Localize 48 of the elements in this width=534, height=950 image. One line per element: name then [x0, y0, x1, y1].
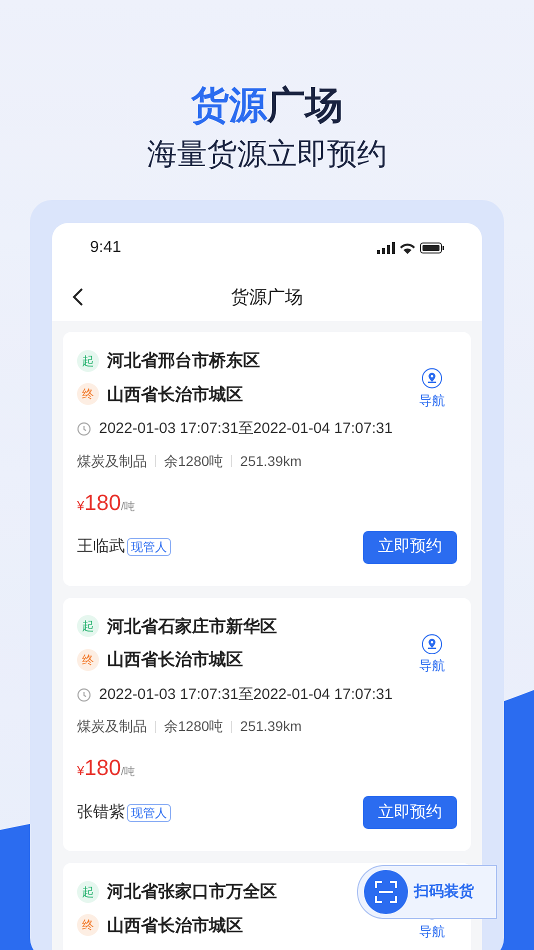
- remaining-weight: 余1280吨: [164, 452, 224, 470]
- end-tag: 终: [77, 383, 99, 406]
- start-address: 河北省邢台市桥东区: [107, 350, 260, 372]
- clock-icon: [77, 422, 91, 436]
- scan-icon: [375, 881, 397, 903]
- end-tag: 终: [77, 914, 99, 936]
- back-icon[interactable]: [72, 287, 84, 307]
- headline: 广场: [267, 84, 343, 128]
- book-button[interactable]: 立即预约: [363, 796, 457, 829]
- signal-icon: [377, 242, 395, 254]
- start-tag: 起: [77, 880, 99, 903]
- price-unit: /吨: [120, 500, 136, 514]
- manager-badge: 现管人: [127, 538, 171, 556]
- manager-name: 王临武: [77, 536, 125, 557]
- remaining-weight: 余1280吨: [164, 717, 224, 736]
- nav-title: 货源广场: [231, 286, 303, 308]
- start-address: 河北省张家口市万全区: [107, 881, 277, 903]
- manager-badge: 现管人: [127, 804, 171, 822]
- status-time: 9:41: [90, 238, 122, 258]
- start-tag: 起: [77, 350, 99, 372]
- currency-symbol: ¥: [77, 762, 84, 780]
- end-tag: 终: [77, 648, 99, 671]
- cargo-type: 煤炭及制品: [77, 452, 147, 470]
- start-address: 河北省石家庄市新华区: [107, 616, 277, 638]
- cargo-type: 煤炭及制品: [77, 717, 147, 736]
- start-tag: 起: [77, 615, 99, 638]
- navigate-link[interactable]: 导航: [419, 922, 445, 941]
- clock-icon: [77, 688, 91, 702]
- end-address: 山西省长治市城区: [107, 914, 243, 936]
- price-unit: /吨: [120, 765, 136, 780]
- end-address: 山西省长治市城区: [107, 649, 243, 671]
- price: 180: [84, 754, 121, 782]
- navigate-link[interactable]: 导航: [419, 390, 445, 410]
- distance: 251.39km: [240, 717, 302, 736]
- battery-icon: [420, 242, 444, 254]
- subtitle: 海量货源立即预约: [147, 137, 387, 173]
- scan-button[interactable]: 扫码装货: [357, 865, 497, 919]
- price: 180: [84, 488, 121, 516]
- book-button[interactable]: 立即预约: [363, 530, 457, 564]
- manager-name: 张错紫: [77, 802, 125, 822]
- wifi-icon: [400, 242, 415, 254]
- end-address: 山西省长治市城区: [107, 384, 243, 406]
- time-range: 2022-01-03 17:07:31至2022-01-04 17:07:31: [99, 419, 393, 439]
- time-range: 2022-01-03 17:07:31至2022-01-04 17:07:31: [99, 684, 393, 704]
- navigate-link[interactable]: 导航: [419, 656, 445, 676]
- distance: 251.39km: [240, 452, 302, 470]
- headline-highlight: 货源: [191, 84, 267, 128]
- currency-symbol: ¥: [77, 496, 84, 514]
